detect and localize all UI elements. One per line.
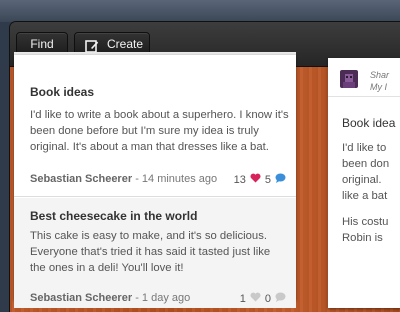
note-body-line: This cake is easy to make, and it's so d… [30,230,267,242]
detail-header: Shar My I [328,58,400,97]
note-author[interactable]: Sebastian Scheerer [30,292,132,304]
window-frame [0,0,400,22]
detail-title: Book idea [342,116,396,130]
detail-username[interactable]: Shar [370,70,389,80]
detail-card[interactable]: Shar My I Book idea I'd like to been don… [328,58,400,308]
detail-text-line: His costu [342,216,389,228]
note-body: This cake is easy to make, and it's so d… [30,228,294,276]
note-meta: Sebastian Scheerer - 14 minutes ago 13 5 [30,173,292,189]
note-body-line: Everyone that's tried it has said it tas… [30,246,271,258]
note-body-line: I'd like to write a book about a superhe… [30,109,289,121]
detail-text-line: I'd like to [342,142,387,154]
notes-column: Book ideas I'd like to write a book abou… [14,55,296,308]
note-time: - 1 day ago [135,292,191,304]
note-body-line: been done before but I'm sure my idea is… [30,125,259,137]
like-count: 1 [239,292,246,305]
detail-subtitle: My I [370,82,387,92]
note-card[interactable]: Best cheesecake in the world This cake i… [14,198,296,308]
comment-icon[interactable] [275,292,286,305]
heart-icon[interactable] [250,292,261,305]
detail-text-line: like a bat [342,190,388,202]
detail-text-line: original. [342,174,382,186]
avatar[interactable] [340,70,358,88]
edit-icon [85,37,99,53]
note-body-line: original. It's about a man that dresses … [30,141,269,153]
note-body-line: the ones in a deli! You'll love it! [30,262,184,274]
comment-icon[interactable] [275,173,286,186]
note-stats: 13 5 [234,173,286,186]
note-meta: Sebastian Scheerer - 1 day ago 1 0 [30,292,292,308]
note-author[interactable]: Sebastian Scheerer [30,173,132,185]
heart-icon[interactable] [250,173,261,186]
like-count: 13 [233,173,246,186]
comment-count: 5 [264,173,271,186]
note-body: I'd like to write a book about a superhe… [30,107,294,155]
comment-count: 0 [264,292,271,305]
note-title: Book ideas [30,85,95,99]
detail-text-line: Robin is [342,232,383,244]
detail-text-line: been don [342,158,390,170]
note-stats: 1 0 [240,292,286,305]
note-card[interactable]: Book ideas I'd like to write a book abou… [14,55,296,197]
note-time: - 14 minutes ago [135,173,218,185]
note-title: Best cheesecake in the world [30,209,198,223]
